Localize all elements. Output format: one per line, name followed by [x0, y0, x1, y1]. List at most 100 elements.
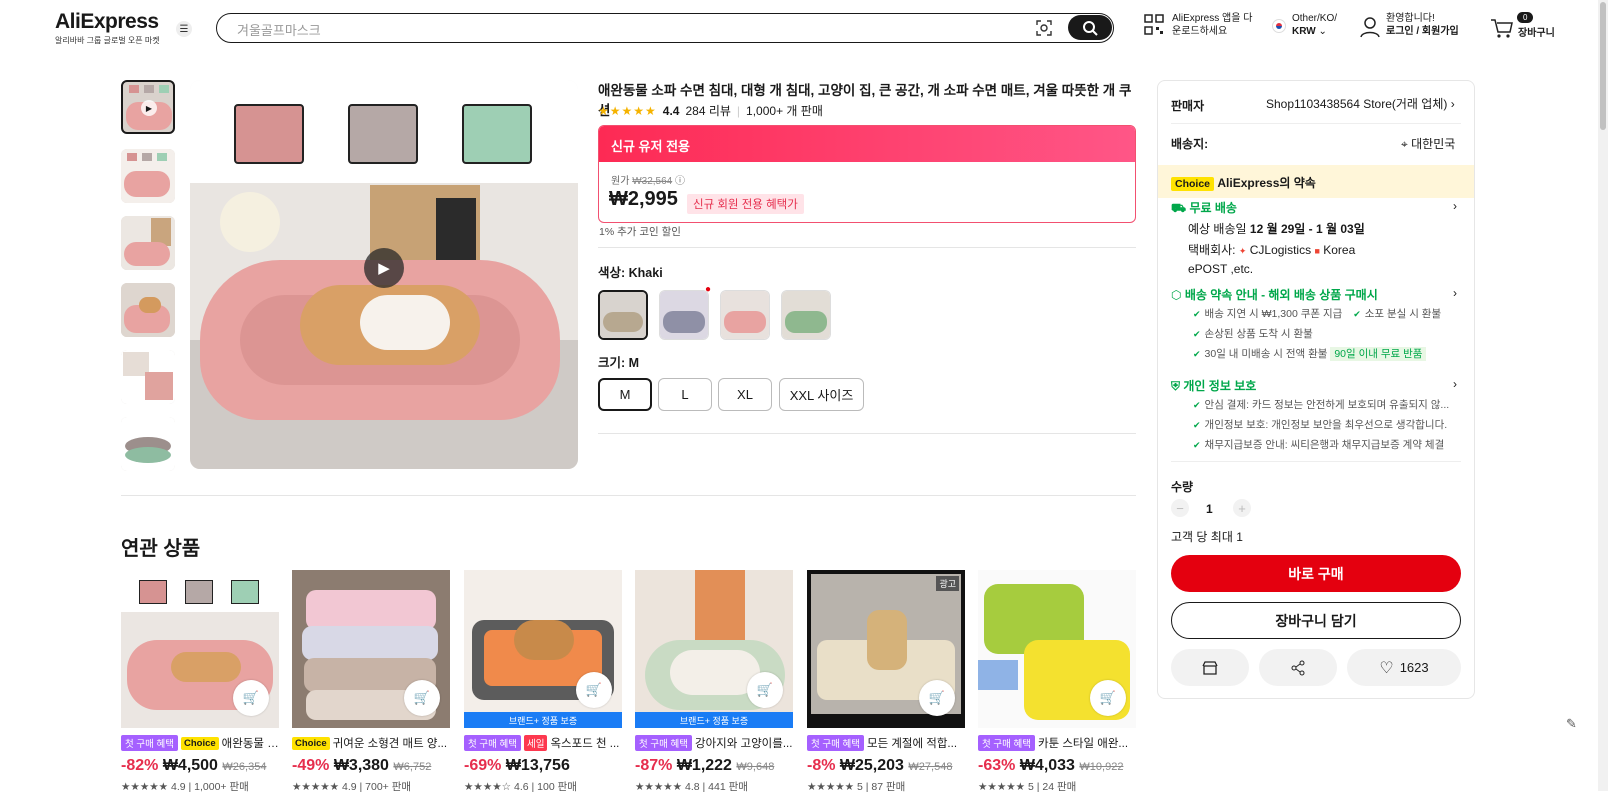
add-to-cart-icon[interactable]: 🛒: [233, 680, 269, 716]
image-search-icon[interactable]: [1035, 19, 1053, 37]
related-product-card[interactable]: 광고 🛒 첫 구매 혜택 모든 계절에 적합... -8% ₩25,203 ₩2…: [807, 570, 965, 794]
currency: KRW: [1292, 26, 1316, 37]
aliexpress-logo[interactable]: AliExpress 알리바바 그룹 글로벌 오픈 마켓: [55, 10, 160, 46]
review-count[interactable]: 284 리뷰: [685, 102, 730, 119]
delivery-promise-row[interactable]: ⬡ 배송 약속 안내 - 해외 배송 상품 구매시: [1171, 286, 1378, 303]
color-option-khaki[interactable]: [598, 290, 648, 340]
promise-4-text: 30일 내 미배송 시 전액 환불: [1204, 348, 1328, 360]
product-name: 모든 계절에 적합...: [866, 738, 958, 750]
choice-tag: Choice: [180, 736, 219, 750]
thumbnail-2[interactable]: [121, 149, 175, 203]
color-option-grey[interactable]: [659, 290, 709, 340]
delivery-prefix: 예상 배송일: [1188, 222, 1247, 236]
add-to-cart-button[interactable]: 장바구니 담기: [1171, 602, 1461, 639]
seller-name: Shop1103438564 Store(거래 업체): [1266, 97, 1448, 111]
delivery-promise-title: 배송 약속 안내 - 해외 배송 상품 구매시: [1184, 288, 1378, 302]
chevron-right-icon[interactable]: ›: [1453, 286, 1457, 300]
size-option-xl[interactable]: XL: [718, 378, 772, 411]
ship-to-selector[interactable]: ⌖ 대한민국: [1401, 135, 1455, 152]
thumbnail-6[interactable]: [121, 417, 175, 471]
product-title-row: 첫 구매 혜택 세일 옥스포드 천 ...: [464, 735, 622, 751]
check-icon: ✔: [1193, 349, 1201, 359]
search-button[interactable]: [1068, 15, 1112, 40]
related-product-card[interactable]: 🛒 첫 구매 혜택 카툰 스타일 애완... -63% ₩4,033 ₩10,9…: [978, 570, 1136, 794]
privacy-title: 개인 정보 보호: [1183, 379, 1257, 393]
swatch-mint: [462, 104, 532, 164]
product-image[interactable]: 🛒: [978, 570, 1136, 728]
size-option-m[interactable]: M: [598, 378, 652, 411]
login-link[interactable]: 로그인 / 회원가입: [1386, 26, 1459, 37]
store-button[interactable]: [1171, 649, 1249, 686]
promise-1-text: 배송 지연 시 ₩1,300 쿠폰 지급: [1204, 308, 1343, 320]
quantity-decrease-button[interactable]: −: [1171, 499, 1189, 517]
page-scrollbar[interactable]: [1598, 0, 1608, 791]
product-image[interactable]: 브랜드+ 정품 보증 🛒: [635, 570, 793, 728]
qr-code-icon: [1144, 14, 1164, 35]
wishlist-button[interactable]: ♡ 1623: [1347, 649, 1461, 686]
free-shipping-row[interactable]: ⛟ 무료 배송: [1171, 199, 1237, 217]
korea-flag-icon: [1272, 19, 1286, 33]
region-selector[interactable]: Other/KO/ KRW ⌄: [1272, 12, 1337, 38]
size-option-l[interactable]: L: [658, 378, 712, 411]
product-title-row: 첫 구매 혜택 강아지와 고양이를...: [635, 735, 793, 751]
product-image[interactable]: 🛒: [292, 570, 450, 728]
ad-badge: 광고: [936, 576, 959, 591]
add-to-cart-icon[interactable]: 🛒: [576, 672, 612, 708]
search-bar[interactable]: 겨울골프마스크: [216, 13, 1114, 43]
chevron-right-icon[interactable]: ›: [1453, 377, 1457, 391]
video-play-icon[interactable]: ▶: [364, 248, 404, 288]
search-input[interactable]: 겨울골프마스크: [237, 20, 321, 39]
promise-3-text: 손상된 상품 도착 시 환불: [1204, 328, 1313, 340]
rating-sold-text: 5 | 87 판매: [856, 781, 906, 793]
product-image[interactable]: 🛒: [121, 570, 279, 728]
related-product-card[interactable]: 브랜드+ 정품 보증 🛒 첫 구매 혜택 강아지와 고양이를... -87% ₩…: [635, 570, 793, 794]
share-button[interactable]: [1259, 649, 1337, 686]
related-product-card[interactable]: 🛒 Choice 귀여운 소형견 매트 양... -49% ₩3,380 ₩6,…: [292, 570, 450, 794]
color-option-pink[interactable]: [720, 290, 770, 340]
thumbnail-1[interactable]: ▶: [121, 80, 175, 134]
location-pin-icon: ⌖: [1401, 137, 1408, 151]
color-option-green[interactable]: [781, 290, 831, 340]
product-image[interactable]: 광고 🛒: [807, 570, 965, 728]
chevron-right-icon[interactable]: ›: [1453, 199, 1457, 213]
edit-feedback-icon[interactable]: ✎: [1566, 716, 1586, 736]
menu-icon[interactable]: ☰: [176, 21, 192, 37]
thumbnail-5[interactable]: [121, 350, 175, 404]
size-label: 크기: M: [598, 356, 640, 370]
size-option-xxl[interactable]: XXL 사이즈: [779, 378, 864, 411]
rating-sold: ★★★★★ 5 | 87 판매: [807, 781, 906, 793]
add-to-cart-icon[interactable]: 🛒: [747, 672, 783, 708]
privacy-row[interactable]: ⛨ 개인 정보 보호: [1171, 377, 1256, 394]
sale-tag: 세일: [523, 735, 548, 751]
account-menu[interactable]: 환영합니다! 로그인 / 회원가입: [1360, 12, 1459, 38]
scrollbar-thumb[interactable]: [1600, 2, 1606, 130]
delivery-estimate: 예상 배송일 12 월 29일 - 1 월 03일: [1188, 220, 1365, 237]
app-download[interactable]: AliExpress 앱을 다 운로드하세요: [1144, 12, 1252, 38]
add-to-cart-icon[interactable]: 🛒: [404, 680, 440, 716]
add-to-cart-icon[interactable]: 🛒: [919, 680, 955, 716]
related-product-card[interactable]: 🛒 첫 구매 혜택 Choice 애완동물 소... -82% ₩4,500 ₩…: [121, 570, 279, 794]
quantity-increase-button[interactable]: +: [1233, 499, 1251, 517]
discount: -87%: [635, 757, 673, 774]
quantity-value[interactable]: 1: [1206, 502, 1213, 516]
rating-sold: ★★★★★ 4.8 | 441 판매: [635, 781, 748, 793]
thumbnail-4[interactable]: [121, 283, 175, 337]
seller-link[interactable]: Shop1103438564 Store(거래 업체) ›: [1266, 95, 1455, 112]
check-icon: ✔: [1193, 309, 1201, 319]
sold-count: 1,000+ 개 판매: [746, 104, 823, 118]
related-product-card[interactable]: 브랜드+ 정품 보증 🛒 첫 구매 혜택 세일 옥스포드 천 ... -69% …: [464, 570, 622, 794]
product-image[interactable]: 브랜드+ 정품 보증 🛒: [464, 570, 622, 728]
app-download-line1: AliExpress 앱을 다: [1172, 13, 1253, 24]
thumbnail-3[interactable]: [121, 216, 175, 270]
rating-stars: ★★★★★: [598, 103, 657, 118]
rating-sold: ★★★★★ 4.9 | 700+ 판매: [292, 781, 412, 793]
promise-2-text: 소포 분실 시 환불: [1364, 308, 1442, 320]
cart-label: 장바구니: [1518, 28, 1555, 39]
original-price: ₩26,354: [222, 761, 267, 773]
info-icon[interactable]: ⓘ: [675, 176, 685, 187]
buy-now-button[interactable]: 바로 구매: [1171, 555, 1461, 592]
add-to-cart-icon[interactable]: 🛒: [1090, 680, 1126, 716]
privacy-1-text: 안심 결제: 카드 정보는 안전하게 보호되며 유출되지 않...: [1204, 399, 1450, 411]
promo-band: 신규 유저 전용: [599, 126, 1135, 162]
main-product-image[interactable]: ▶: [190, 80, 578, 469]
